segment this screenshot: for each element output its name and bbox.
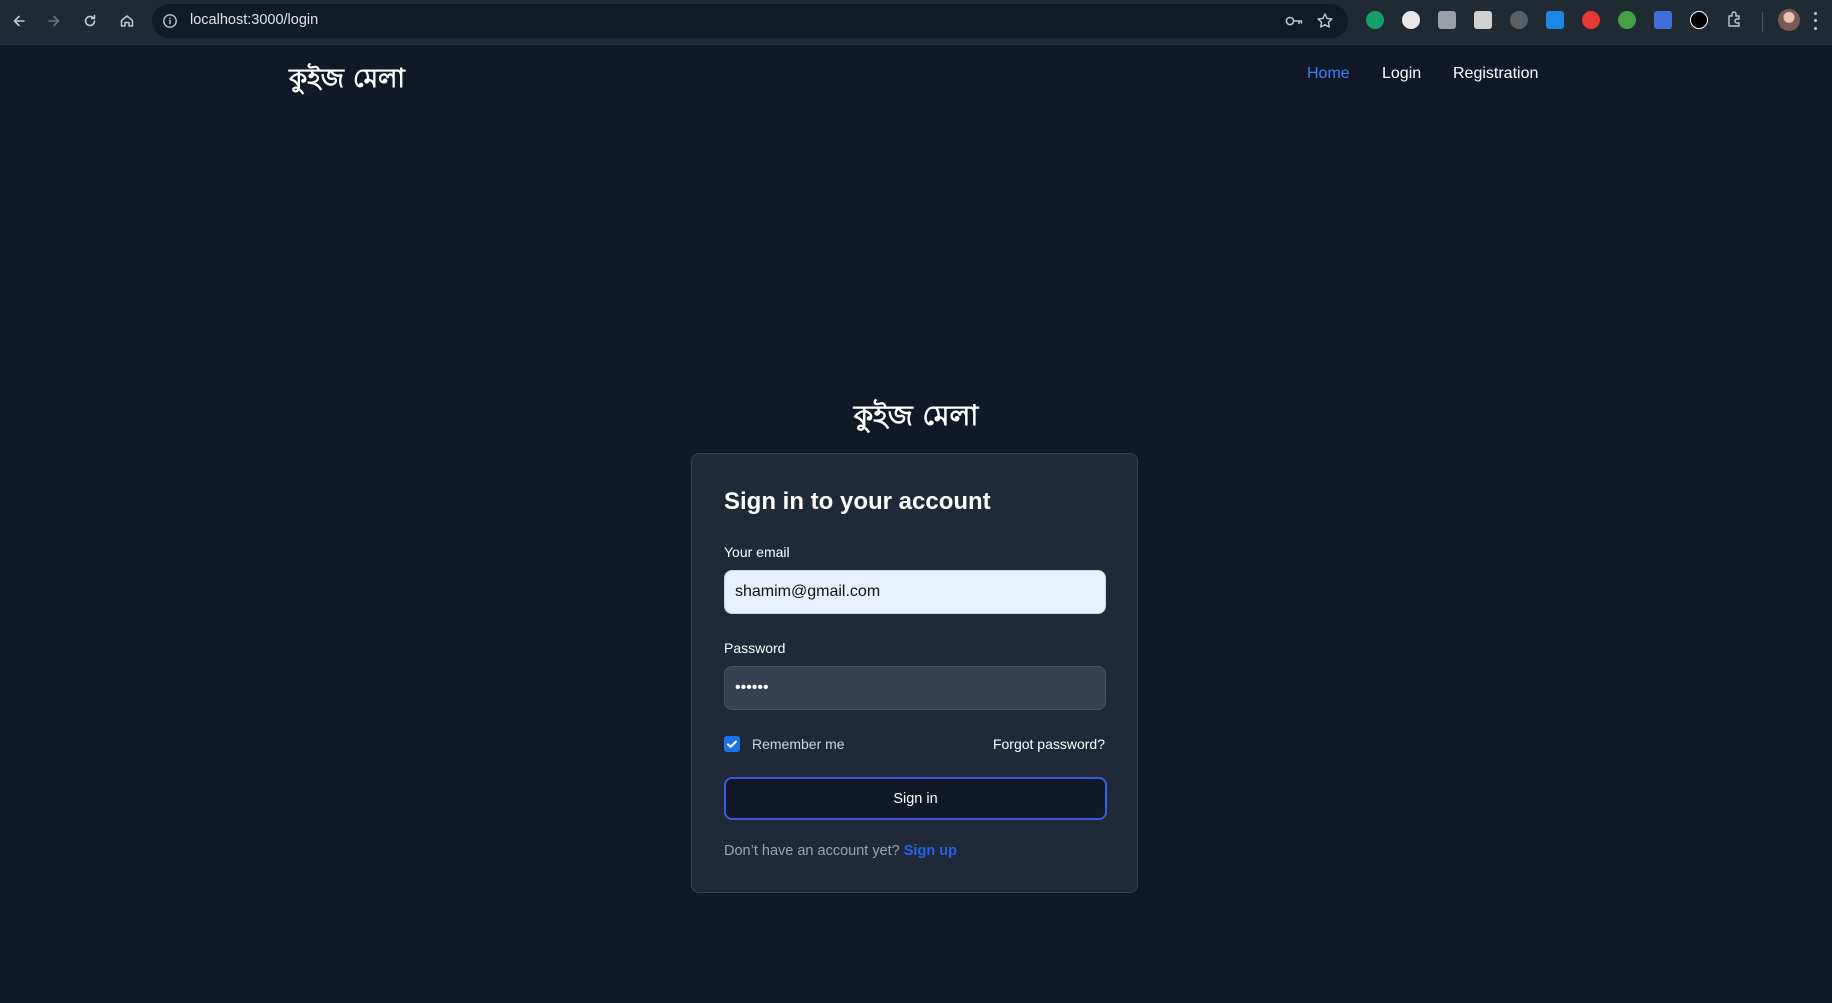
signup-prompt: Don’t have an account yet? — [724, 843, 900, 859]
signup-row: Don’t have an account yet? Sign up — [724, 843, 957, 859]
reload-icon[interactable] — [77, 8, 103, 34]
sign-up-link[interactable]: Sign up — [904, 843, 957, 859]
password-key-icon[interactable] — [1284, 13, 1304, 29]
flag-extension-icon[interactable] — [1546, 11, 1564, 29]
extension-icon[interactable] — [1402, 11, 1420, 29]
login-card: Sign in to your account Your email Passw… — [691, 453, 1138, 893]
login-title: Sign in to your account — [724, 488, 991, 515]
android-extension-icon[interactable] — [1618, 11, 1636, 29]
password-field[interactable] — [724, 666, 1106, 710]
window-extension-icon[interactable] — [1474, 11, 1492, 29]
remember-me: Remember me — [724, 736, 845, 752]
camera-extension-icon[interactable] — [1438, 11, 1456, 29]
home-icon[interactable] — [114, 8, 140, 34]
url-text[interactable]: localhost:3000/login — [190, 12, 318, 28]
browser-toolbar: localhost:3000/login — [0, 0, 1832, 45]
menu-icon[interactable] — [1812, 10, 1818, 32]
nav-registration-link[interactable]: Registration — [1453, 65, 1538, 82]
address-bar[interactable]: localhost:3000/login — [152, 4, 1348, 38]
remember-checkbox[interactable] — [724, 736, 740, 752]
extensions-icon[interactable] — [1726, 10, 1744, 28]
email-label: Your email — [724, 544, 790, 560]
site-brand[interactable]: কুইজ মেলা — [289, 58, 405, 102]
triangle-extension-icon[interactable] — [1690, 11, 1708, 29]
login-brand: কুইজ মেলা — [853, 399, 979, 432]
site-info-icon[interactable] — [162, 13, 178, 29]
hand-extension-icon[interactable] — [1582, 11, 1600, 29]
nav-home-link[interactable]: Home — [1307, 65, 1350, 82]
password-label: Password — [724, 640, 786, 656]
bookmark-star-icon[interactable] — [1316, 12, 1334, 30]
grammarly-extension-icon[interactable] — [1366, 11, 1384, 29]
forgot-password-link[interactable]: Forgot password? — [993, 736, 1105, 752]
remember-label: Remember me — [752, 736, 845, 752]
back-icon[interactable] — [6, 8, 32, 34]
check-icon — [727, 740, 737, 748]
sign-in-button[interactable]: Sign in — [724, 777, 1107, 820]
email-field[interactable] — [724, 570, 1106, 614]
bug-extension-icon[interactable] — [1510, 11, 1528, 29]
toolbar-divider — [1762, 12, 1763, 32]
forward-icon[interactable] — [41, 8, 67, 34]
translate-extension-icon[interactable] — [1654, 11, 1672, 29]
profile-avatar[interactable] — [1778, 9, 1800, 31]
nav-login-link[interactable]: Login — [1382, 65, 1421, 82]
